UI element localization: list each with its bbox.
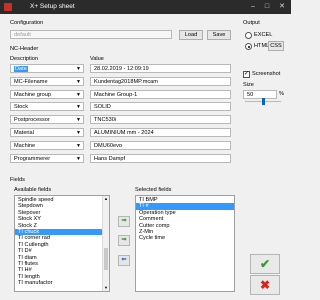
description-combo[interactable]: Programmerer ▼ [10, 153, 84, 163]
scroll-up-icon[interactable]: ▲ [104, 196, 108, 201]
value-field[interactable]: Hans Dampf [90, 153, 231, 163]
value-field[interactable]: Machine Group-1 [90, 89, 231, 99]
chevron-down-icon[interactable]: ▼ [76, 103, 81, 110]
nc-header-heading: NC-Header [10, 46, 39, 52]
add-field-button[interactable]: ⇒ [118, 216, 130, 227]
excel-label: EXCEL [254, 32, 273, 38]
description-text: MC-Filename [14, 78, 48, 85]
available-fields-scrollbar[interactable]: ▲ ▼ [102, 196, 109, 291]
check-icon: ✔ [259, 257, 271, 271]
ok-button[interactable]: ✔ [250, 254, 280, 274]
chevron-down-icon[interactable]: ▼ [76, 65, 81, 72]
remove-field-button[interactable]: ⇐ [118, 255, 130, 266]
size-label: Size [243, 82, 254, 88]
list-item[interactable]: TI manufactor [15, 280, 103, 286]
scroll-down-icon[interactable]: ▼ [104, 285, 108, 290]
description-combo[interactable]: Machine group ▼ [10, 89, 84, 99]
save-button[interactable]: Save [207, 30, 231, 40]
value-column-header: Value [90, 56, 104, 62]
description-combo[interactable]: Material ▼ [10, 128, 84, 137]
description-text: Machine [14, 142, 36, 149]
value-field[interactable]: DMU60evo [90, 140, 231, 150]
description-text: Programmerer [14, 155, 51, 162]
chevron-down-icon[interactable]: ▼ [76, 142, 81, 149]
excel-radio[interactable] [245, 32, 252, 39]
screenshot-checkbox[interactable]: ✓ [243, 71, 250, 78]
chevron-down-icon[interactable]: ▼ [76, 91, 81, 98]
value-field[interactable]: 28.02.2019 - 12:09:19 [90, 64, 231, 73]
description-combo[interactable]: Machine ▼ [10, 140, 84, 150]
screenshot-label: Screenshot [252, 71, 281, 77]
size-slider-thumb[interactable] [261, 98, 265, 105]
description-text: Stock [14, 104, 28, 111]
description-column-header: Description [10, 56, 38, 62]
available-fields-list[interactable]: Spindle speed Stepdown Stepover Stock XY Sto… [14, 195, 110, 292]
fields-heading: Fields [10, 177, 25, 183]
configuration-field[interactable]: default [10, 30, 172, 39]
close-icon[interactable]: ✕ [276, 2, 288, 12]
html-radio[interactable] [245, 43, 252, 50]
description-combo[interactable]: Date ▼ [10, 64, 84, 73]
add-all-fields-button[interactable]: ⇒ [118, 235, 130, 246]
size-input[interactable]: 50 [243, 90, 277, 99]
value-field[interactable]: Kundentag2018MP.mcam [90, 76, 231, 86]
description-text: Machine group [14, 91, 52, 98]
selected-fields-list[interactable]: TI BMP TI # Operation type Comment Cutter co… [135, 195, 235, 292]
description-text: Date [14, 66, 28, 72]
minimize-icon[interactable]: – [247, 2, 259, 12]
chevron-down-icon[interactable]: ▼ [76, 116, 81, 123]
scroll-thumb[interactable] [104, 248, 108, 270]
chevron-down-icon[interactable]: ▼ [76, 78, 81, 85]
description-text: Material [14, 130, 34, 136]
load-button[interactable]: Load [179, 30, 203, 40]
value-field[interactable]: SOLID [90, 102, 231, 112]
description-text: Postprocessor [14, 117, 50, 124]
window-title: X+ Setup sheet [30, 3, 75, 10]
output-heading: Output [243, 20, 260, 26]
value-field[interactable]: TNC530i [90, 115, 231, 125]
cross-icon: ✖ [259, 278, 271, 292]
cancel-button[interactable]: ✖ [250, 275, 280, 295]
selected-fields-label: Selected fields [135, 187, 172, 193]
size-unit: % [279, 91, 284, 97]
description-combo[interactable]: MC-Filename ▼ [10, 76, 84, 86]
list-item[interactable]: Cycle time [136, 235, 234, 241]
description-combo[interactable]: Postprocessor ▼ [10, 115, 84, 125]
app-icon [4, 3, 12, 11]
chevron-down-icon[interactable]: ▼ [76, 155, 81, 162]
available-fields-label: Available fields [14, 187, 52, 193]
value-field[interactable]: ALUMINIUM mm - 2024 [90, 128, 231, 137]
title-bar: X+ Setup sheet – □ ✕ [0, 0, 291, 14]
html-label: HTML [254, 43, 270, 49]
description-combo[interactable]: Stock ▼ [10, 102, 84, 112]
maximize-icon[interactable]: □ [261, 2, 273, 12]
css-button[interactable]: CSS [268, 41, 284, 51]
configuration-heading: Configuration [10, 20, 44, 26]
chevron-down-icon[interactable]: ▼ [76, 129, 81, 136]
